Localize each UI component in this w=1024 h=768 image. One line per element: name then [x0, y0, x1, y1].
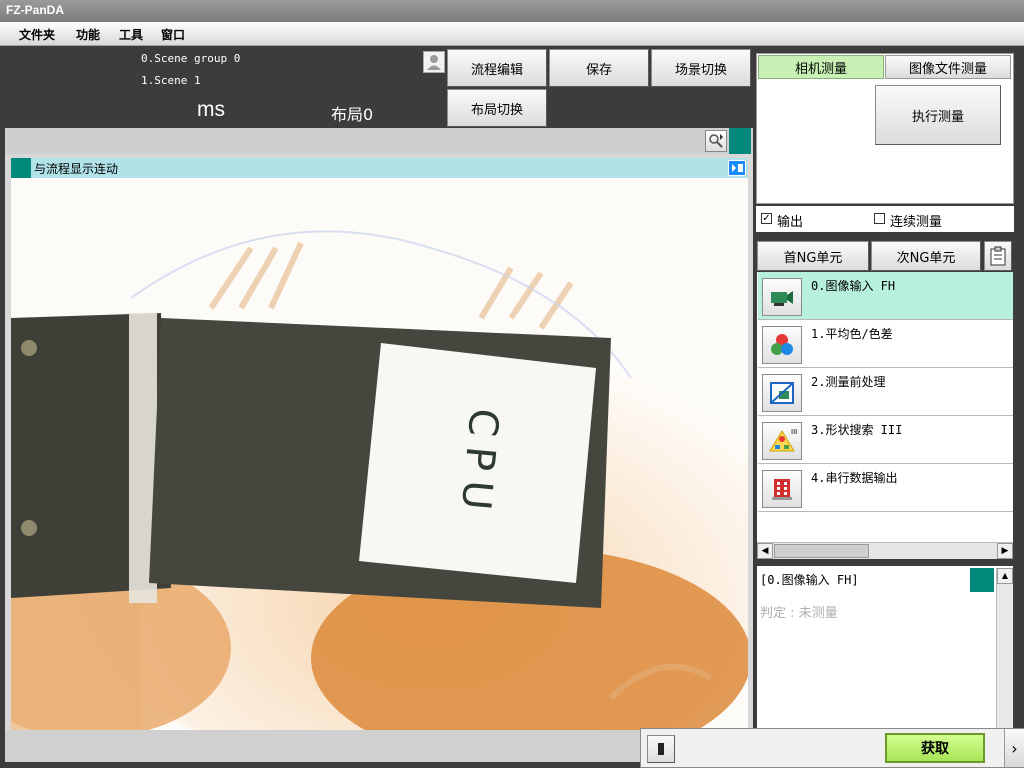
camera-icon — [762, 278, 802, 316]
scroll-thumb[interactable] — [774, 544, 869, 558]
menu-item-tools[interactable]: 工具 — [119, 26, 143, 43]
flow-unit-label: 2.测量前处理 — [811, 375, 886, 389]
serial-output-icon — [762, 470, 802, 508]
expand-arrow-icon[interactable]: › — [1004, 729, 1024, 767]
flow-unit-3[interactable]: III 3.形状搜索 III — [758, 416, 1013, 464]
cpu-label: CPU — [451, 407, 507, 522]
menu-item-window[interactable]: 窗口 — [161, 26, 185, 43]
svg-text:III: III — [791, 428, 797, 436]
panel-play-icon[interactable] — [728, 160, 746, 176]
camera-image: CPU — [11, 178, 748, 730]
tab-camera-measure[interactable]: 相机测量 — [758, 55, 884, 79]
scroll-left-arrow[interactable]: ◀ — [757, 543, 773, 559]
flow-unit-4[interactable]: 4.串行数据输出 — [758, 464, 1013, 512]
detail-vscrollbar[interactable]: ▲ — [996, 568, 1013, 728]
flow-unit-label: 3.形状搜索 III — [811, 423, 903, 437]
shape-search-icon: III — [762, 422, 802, 460]
scene-group-label[interactable]: 0.Scene group 0 — [141, 52, 240, 65]
bottom-bar: 获取 › — [640, 728, 1024, 768]
menu-item-folder[interactable]: 文件夹 — [19, 26, 55, 43]
panel-teal-square — [11, 158, 31, 178]
zoom-tool-icon[interactable] — [705, 130, 727, 152]
teal-marker — [729, 128, 751, 154]
flow-unit-label: 0.图像输入 FH — [811, 279, 896, 293]
image-panel-titlebar: 与流程显示连动 — [11, 158, 748, 178]
app-title: FZ-PanDA — [6, 3, 64, 17]
tab-image-file-measure[interactable]: 图像文件测量 — [885, 55, 1011, 79]
detail-title: [0.图像输入 FH] — [760, 573, 859, 587]
output-label: 输出 — [777, 215, 804, 230]
flow-unit-0[interactable]: 0.图像输入 FH — [758, 272, 1013, 320]
image-panel-title: 与流程显示连动 — [34, 162, 119, 176]
scene-header: 0.Scene group 0 1.Scene 1 ms 布局0 — [5, 48, 445, 128]
measure-panel: 相机测量 图像文件测量 执行测量 — [756, 53, 1014, 204]
flow-list-hscrollbar[interactable]: ◀ ▶ — [757, 542, 1013, 559]
layout-switch-button[interactable]: 布局切换 — [447, 89, 547, 127]
image-toolbar — [5, 128, 753, 154]
detail-teal-marker — [970, 568, 994, 592]
save-button[interactable]: 保存 — [549, 49, 649, 87]
output-checkbox[interactable]: ✓ — [761, 213, 772, 224]
flow-unit-label: 1.平均色/色差 — [811, 327, 893, 341]
next-ng-button[interactable]: 次NG单元 — [871, 241, 981, 271]
judgement-text: 判定 : 未测量 — [760, 606, 838, 621]
flow-unit-label: 4.串行数据输出 — [811, 471, 898, 485]
clipboard-icon — [990, 246, 1006, 266]
options-row: ✓ 输出 连续测量 — [756, 206, 1014, 232]
continuous-checkbox[interactable] — [874, 213, 885, 224]
user-icon[interactable] — [423, 51, 445, 73]
camera-image-svg: CPU — [11, 178, 748, 730]
acquire-button[interactable]: 获取 — [885, 733, 985, 763]
scene-label[interactable]: 1.Scene 1 — [141, 74, 201, 87]
continuous-label: 连续测量 — [890, 215, 943, 230]
menu-item-function[interactable]: 功能 — [76, 26, 100, 43]
first-ng-button[interactable]: 首NG单元 — [757, 241, 869, 271]
flow-unit-1[interactable]: 1.平均色/色差 — [758, 320, 1013, 368]
title-bar: FZ-PanDA — [0, 0, 1024, 22]
layout-label: 布局0 — [331, 105, 374, 124]
scroll-up-arrow[interactable]: ▲ — [997, 568, 1013, 584]
time-unit: ms — [197, 98, 225, 121]
execute-measure-button[interactable]: 执行测量 — [875, 85, 1001, 145]
scene-switch-button[interactable]: 场景切换 — [651, 49, 751, 87]
detail-panel: [0.图像输入 FH] 判定 : 未测量 ▲ — [757, 566, 1013, 730]
flow-unit-2[interactable]: 2.测量前处理 — [758, 368, 1013, 416]
scroll-right-arrow[interactable]: ▶ — [997, 543, 1013, 559]
clipboard-button[interactable] — [984, 241, 1012, 271]
flow-edit-button[interactable]: 流程编辑 — [447, 49, 547, 87]
color-balls-icon — [762, 326, 802, 364]
stop-button[interactable] — [647, 735, 675, 763]
menu-bar: 文件夹 功能 工具 窗口 — [0, 22, 1024, 46]
stop-icon — [658, 743, 664, 755]
preprocess-icon — [762, 374, 802, 412]
